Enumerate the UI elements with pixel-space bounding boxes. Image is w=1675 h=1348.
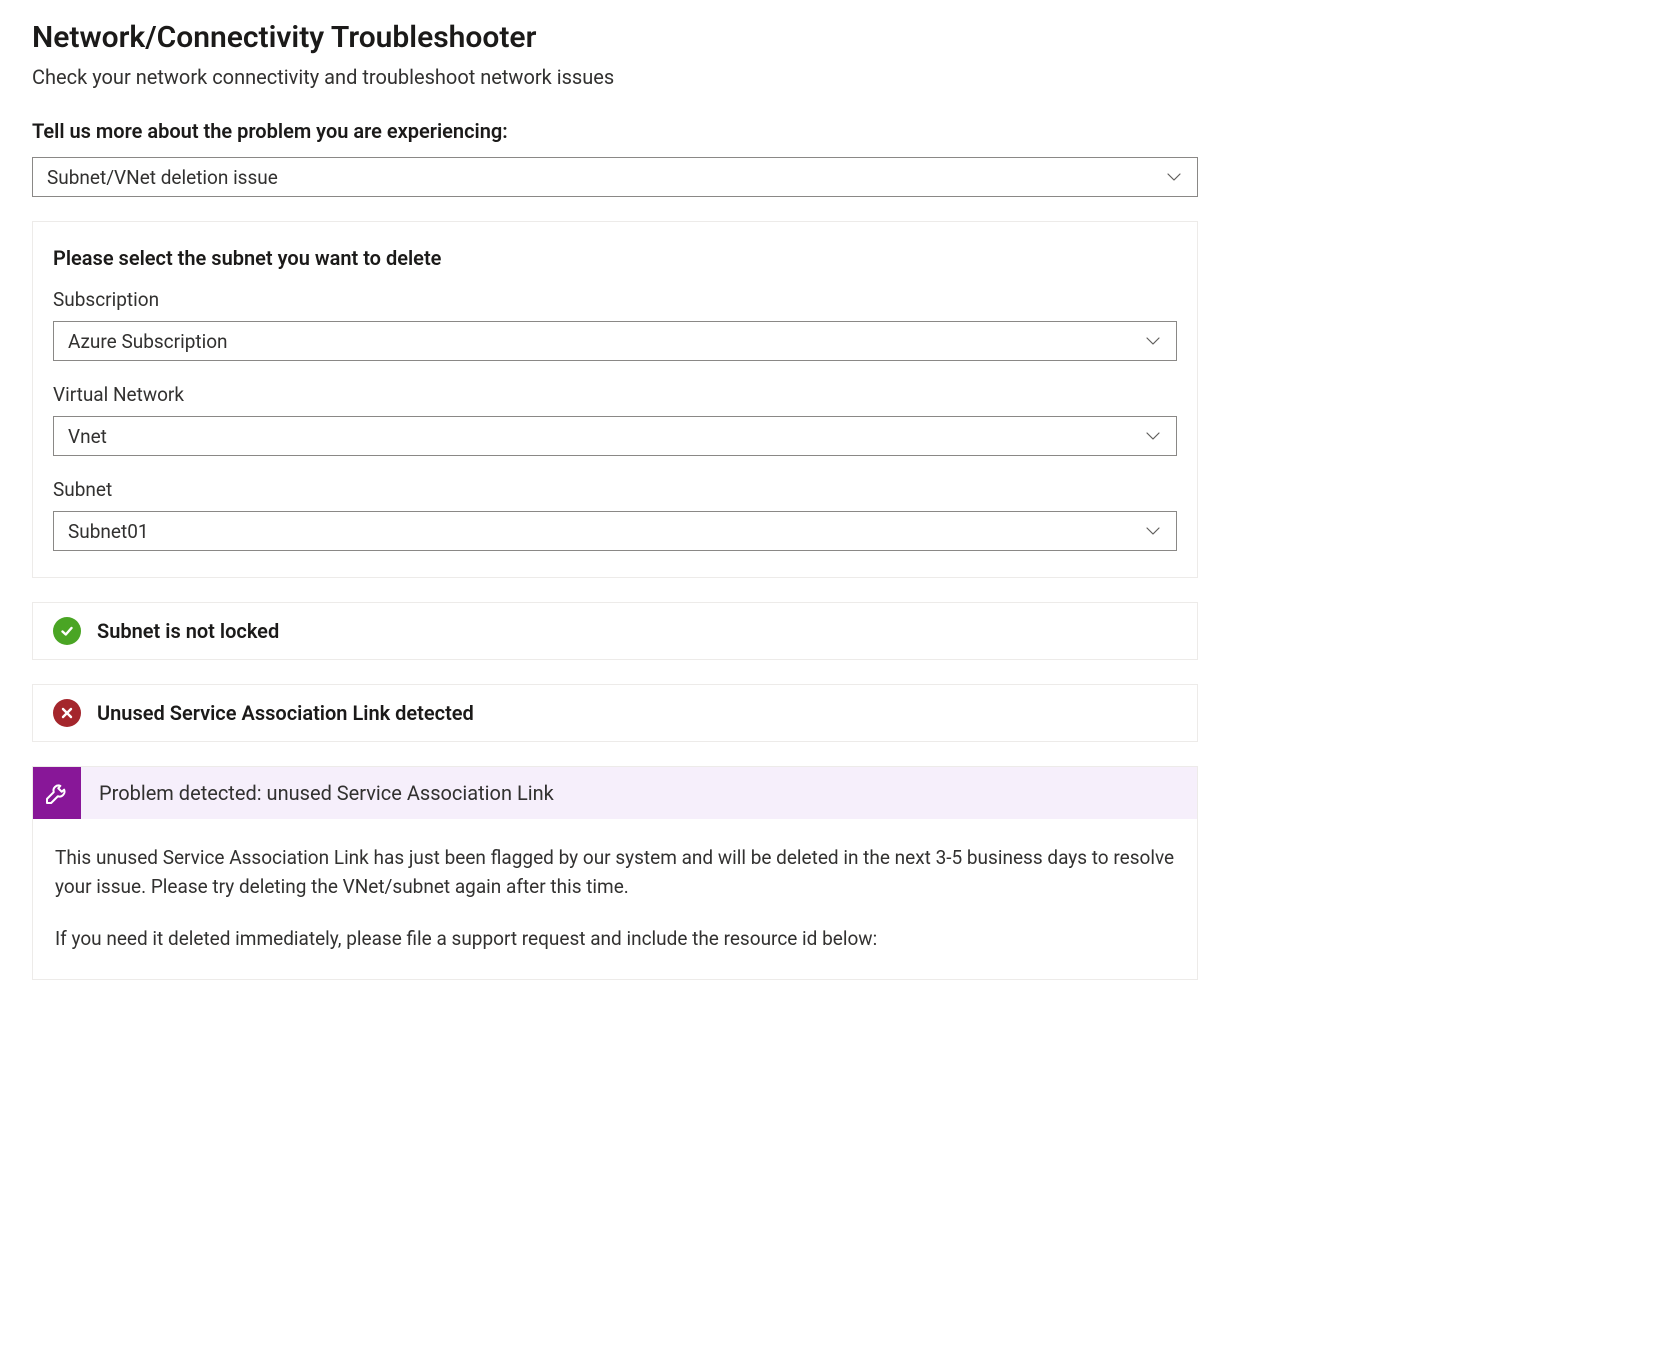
subscription-select[interactable]: Azure Subscription <box>53 321 1177 361</box>
subnet-select[interactable]: Subnet01 <box>53 511 1177 551</box>
status-row-ok: Subnet is not locked <box>32 602 1198 660</box>
problem-detector-body: This unused Service Association Link has… <box>33 819 1197 979</box>
status-row-error: Unused Service Association Link detected <box>32 684 1198 742</box>
subnet-panel-title: Please select the subnet you want to del… <box>53 246 1177 270</box>
chevron-down-icon <box>1144 427 1162 445</box>
problem-type-select[interactable]: Subnet/VNet deletion issue <box>32 157 1198 197</box>
error-circle-icon <box>53 699 81 727</box>
page-title: Network/Connectivity Troubleshooter <box>32 20 1198 55</box>
subnet-field: Subnet Subnet01 <box>53 478 1177 551</box>
problem-detector-title: Problem detected: unused Service Associa… <box>81 767 572 819</box>
status-ok-text: Subnet is not locked <box>97 619 279 643</box>
chevron-down-icon <box>1144 332 1162 350</box>
subnet-label: Subnet <box>53 478 1177 501</box>
problem-type-value: Subnet/VNet deletion issue <box>47 166 278 189</box>
subscription-field: Subscription Azure Subscription <box>53 288 1177 361</box>
wrench-icon <box>33 767 81 819</box>
detector-paragraph-2: If you need it deleted immediately, plea… <box>55 924 1175 953</box>
detector-paragraph-1: This unused Service Association Link has… <box>55 843 1175 902</box>
page-subtitle: Check your network connectivity and trou… <box>32 65 1198 89</box>
subscription-label: Subscription <box>53 288 1177 311</box>
problem-prompt: Tell us more about the problem you are e… <box>32 119 1198 143</box>
subnet-value: Subnet01 <box>68 520 149 543</box>
subnet-selection-panel: Please select the subnet you want to del… <box>32 221 1198 578</box>
check-circle-icon <box>53 617 81 645</box>
subscription-value: Azure Subscription <box>68 330 228 353</box>
problem-detector-block: Problem detected: unused Service Associa… <box>32 766 1198 980</box>
status-error-text: Unused Service Association Link detected <box>97 701 474 725</box>
virtual-network-field: Virtual Network Vnet <box>53 383 1177 456</box>
troubleshooter-page: Network/Connectivity Troubleshooter Chec… <box>0 0 1230 1020</box>
virtual-network-label: Virtual Network <box>53 383 1177 406</box>
chevron-down-icon <box>1144 522 1162 540</box>
virtual-network-value: Vnet <box>68 425 107 448</box>
virtual-network-select[interactable]: Vnet <box>53 416 1177 456</box>
problem-detector-header: Problem detected: unused Service Associa… <box>33 767 1197 819</box>
chevron-down-icon <box>1165 168 1183 186</box>
